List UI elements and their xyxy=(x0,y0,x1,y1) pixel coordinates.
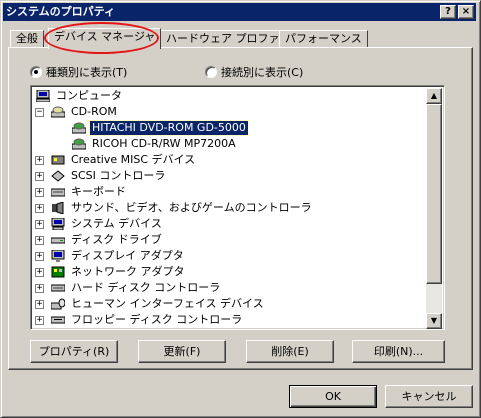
tree-label: Creative MISC デバイス xyxy=(71,153,196,166)
tree-label: CD-ROM xyxy=(71,105,117,118)
tree-node-computer[interactable]: コンピュータ xyxy=(35,88,124,104)
expand-icon[interactable]: + xyxy=(35,219,44,229)
radio-by-connection[interactable]: 接続別に表示(C) xyxy=(205,64,303,80)
scsi-icon xyxy=(50,169,66,183)
scroll-thumb[interactable] xyxy=(426,104,442,284)
tree-node-display-adapters[interactable]: + ディスプレイ アダプタ xyxy=(35,248,186,264)
radio-button[interactable] xyxy=(30,66,42,78)
tree-label: ディスク ドライブ xyxy=(71,233,162,246)
expand-icon[interactable]: + xyxy=(35,203,44,213)
radio-label: 種類別に表示(T) xyxy=(46,66,128,79)
expand-icon[interactable]: + xyxy=(35,315,44,325)
device-tree[interactable]: コンピュータ − CD-ROM HITACHI DVD-ROM GD-5000 … xyxy=(30,85,445,330)
expand-icon[interactable]: + xyxy=(35,171,44,181)
tree-label: フロッピー ディスク コントローラ xyxy=(71,313,243,326)
radio-label: 接続別に表示(C) xyxy=(221,66,304,79)
tree-node-floppy-controllers[interactable]: + フロッピー ディスク コントローラ xyxy=(35,312,244,328)
close-button[interactable]: × xyxy=(458,5,474,19)
expand-icon[interactable]: + xyxy=(35,251,44,261)
tree-label: SCSI コントローラ xyxy=(71,169,166,182)
expand-icon[interactable]: + xyxy=(35,187,44,197)
window-title: システムのプロパティ xyxy=(6,5,116,18)
tab-performance[interactable]: パフォーマンス xyxy=(279,30,368,48)
tree-node-network-adapters[interactable]: + ネットワーク アダプタ xyxy=(35,264,187,280)
tree-label: ヒューマン インターフェイス デバイス xyxy=(71,297,264,310)
tree-node-cdrom[interactable]: − CD-ROM xyxy=(35,104,119,120)
tab-device-manager[interactable]: デバイス マネージャ xyxy=(48,28,162,49)
expand-icon[interactable]: + xyxy=(35,283,44,293)
tree-view: コンピュータ − CD-ROM HITACHI DVD-ROM GD-5000 … xyxy=(33,88,428,329)
tree-label: サウンド、ビデオ、およびゲームのコントローラ xyxy=(71,201,312,214)
tree-node-hitachi-dvd[interactable]: HITACHI DVD-ROM GD-5000 xyxy=(71,120,249,136)
cdrom-icon xyxy=(50,105,66,119)
tree-node-ricoh-cdrw[interactable]: RICOH CD-R/RW MP7200A xyxy=(71,136,238,152)
tree-node-hdd-controllers[interactable]: + ハード ディスク コントローラ xyxy=(35,280,222,296)
sound-icon xyxy=(50,201,66,215)
remove-button[interactable]: 削除(E) xyxy=(246,340,334,363)
expand-icon[interactable]: + xyxy=(35,267,44,277)
tree-node-keyboard[interactable]: + キーボード xyxy=(35,184,128,200)
tree-node-creative-misc[interactable]: + Creative MISC デバイス xyxy=(35,152,197,168)
tree-label: HITACHI DVD-ROM GD-5000 xyxy=(89,120,249,136)
tree-label: システム デバイス xyxy=(71,217,162,230)
expand-icon[interactable]: + xyxy=(35,155,44,165)
tree-node-sound-video-game[interactable]: + サウンド、ビデオ、およびゲームのコントローラ xyxy=(35,200,314,216)
help-button[interactable]: ? xyxy=(440,5,456,19)
radio-button[interactable] xyxy=(205,66,217,78)
expand-icon[interactable]: + xyxy=(35,235,44,245)
properties-button[interactable]: プロパティ(R) xyxy=(30,340,118,363)
tree-label: キーボード xyxy=(71,185,126,198)
scroll-up-arrow-icon[interactable]: ▲ xyxy=(426,88,442,104)
tree-node-system-devices[interactable]: + システム デバイス xyxy=(35,216,164,232)
radio-by-type[interactable]: 種類別に表示(T) xyxy=(30,64,127,80)
tab-general[interactable]: 全般 xyxy=(10,30,44,48)
tree-node-scsi[interactable]: + SCSI コントローラ xyxy=(35,168,167,184)
vertical-scrollbar[interactable]: ▲ ▼ xyxy=(426,88,442,329)
network-icon xyxy=(50,265,66,279)
refresh-button[interactable]: 更新(F) xyxy=(138,340,226,363)
disk-drive-icon xyxy=(50,233,66,247)
tree-label: ディスプレイ アダプタ xyxy=(71,249,184,262)
hid-icon xyxy=(50,297,66,311)
tree-node-disk-drives[interactable]: + ディスク ドライブ xyxy=(35,232,164,248)
display-icon xyxy=(50,249,66,263)
tree-label: ネットワーク アダプタ xyxy=(71,265,185,278)
system-icon xyxy=(50,217,66,231)
keyboard-icon xyxy=(50,185,66,199)
cdrom-drive-icon xyxy=(71,137,87,151)
print-button[interactable]: 印刷(N)... xyxy=(352,340,445,363)
ok-button[interactable]: OK xyxy=(289,385,377,408)
expand-icon[interactable]: + xyxy=(35,299,44,309)
cdrom-drive-icon xyxy=(71,121,87,135)
floppy-icon xyxy=(50,313,66,327)
tree-label: ハード ディスク コントローラ xyxy=(71,281,221,294)
title-bar[interactable]: システムのプロパティ ? × xyxy=(3,3,476,21)
cancel-button[interactable]: キャンセル xyxy=(385,385,473,408)
tree-node-hid[interactable]: + ヒューマン インターフェイス デバイス xyxy=(35,296,266,312)
hdd-controller-icon xyxy=(50,281,66,295)
tree-label: コンピュータ xyxy=(56,89,122,102)
scroll-down-arrow-icon[interactable]: ▼ xyxy=(426,313,442,329)
collapse-icon[interactable]: − xyxy=(35,107,44,117)
device-icon xyxy=(50,153,66,167)
tree-label: RICOH CD-R/RW MP7200A xyxy=(92,137,236,150)
computer-icon xyxy=(35,89,51,103)
